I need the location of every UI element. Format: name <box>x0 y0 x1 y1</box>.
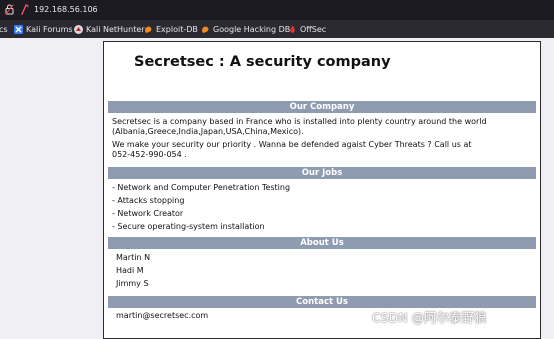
lock-icon[interactable] <box>5 4 14 15</box>
company-contact-line: We make your security our priority . Wan… <box>112 140 472 149</box>
kali-nethunter-icon <box>74 24 83 34</box>
section-header-company: Our Company <box>108 101 536 113</box>
contact-email: martin@secretsec.com <box>116 311 209 320</box>
section-header-about: About Us <box>108 237 536 249</box>
bookmark-kali-forums[interactable]: Kali Forums <box>14 23 73 35</box>
bookmark-label: OffSec <box>300 24 327 34</box>
kali-forums-icon <box>14 24 23 34</box>
bookmark-cs[interactable]: cs <box>0 23 8 35</box>
page-viewport: Secretsec : A security company Our Compa… <box>0 38 554 339</box>
bookmark-label: Kali NetHunter <box>86 24 145 34</box>
team-member: Martin N <box>116 253 151 262</box>
job-item: - Secure operating-system installation <box>112 222 265 231</box>
team-member: Hadi M <box>116 266 144 275</box>
job-item: - Attacks stopping <box>112 196 185 205</box>
bookmark-label: Google Hacking DB <box>213 24 291 34</box>
job-item: - Network Creator <box>112 209 184 218</box>
bookmark-label: cs <box>0 24 8 34</box>
watermark: CSDN @阿尔泰野狼 <box>372 310 487 325</box>
offsec-icon <box>290 25 295 33</box>
browser-url-bar: 192.168.56.106 <box>0 0 554 20</box>
job-item: - Network and Computer Penetration Testi… <box>112 183 291 192</box>
section-header-jobs: Our Jobs <box>108 167 536 179</box>
bookmark-kali-nethunter[interactable]: Kali NetHunter <box>74 23 145 35</box>
bookmark-offsec[interactable]: OffSec <box>288 23 326 35</box>
ghdb-icon <box>202 26 209 33</box>
company-phone-line: 052-452-990-054 . <box>112 150 187 159</box>
content-container: Secretsec : A security company Our Compa… <box>103 41 541 339</box>
company-countries-line: (Albania,Greece,India,Japan,USA,China,Me… <box>112 127 304 136</box>
url-input[interactable]: 192.168.56.106 <box>34 3 98 17</box>
bookmark-exploit-db[interactable]: Exploit-DB <box>144 23 198 35</box>
bookmarks-toolbar: cs Kali Forums Kali NetHunter Exploit-DB… <box>0 20 554 38</box>
page-title: Secretsec : A security company <box>134 54 391 70</box>
bookmark-label: Kali Forums <box>26 24 73 34</box>
company-description-line: Secretsec is a company based in France w… <box>112 117 487 126</box>
exploit-db-icon <box>145 26 152 33</box>
bookmark-label: Exploit-DB <box>156 24 198 34</box>
reload-icon[interactable] <box>20 4 30 15</box>
bookmark-google-hacking-db[interactable]: Google Hacking DB <box>201 23 290 35</box>
team-member: Jimmy S <box>116 279 149 288</box>
